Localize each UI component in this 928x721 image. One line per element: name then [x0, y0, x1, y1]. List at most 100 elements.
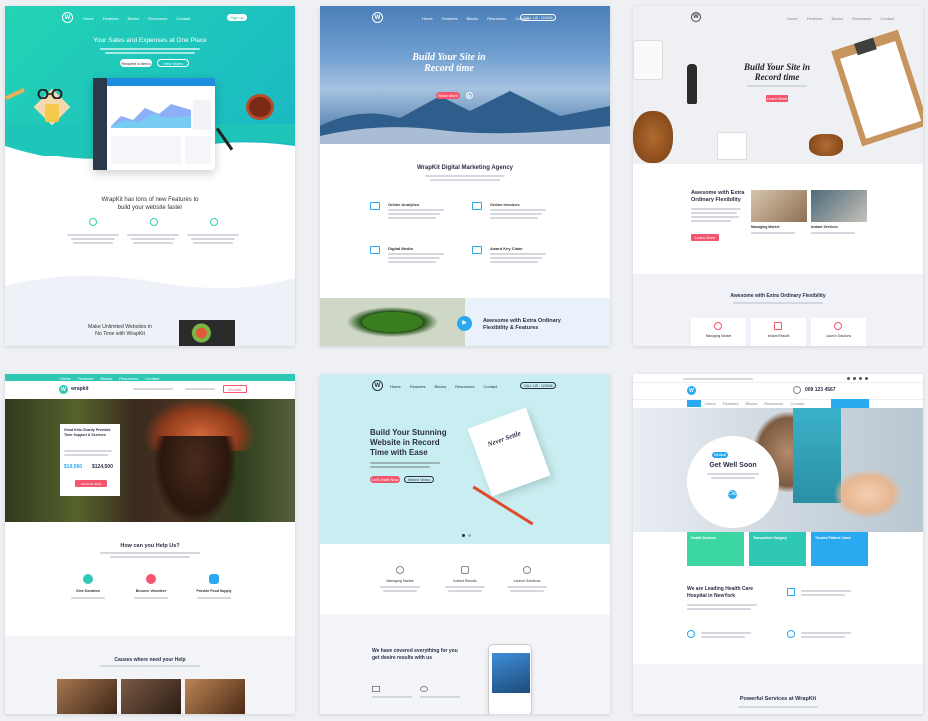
- signup-button[interactable]: Sign up: [227, 14, 247, 21]
- feature-icon-1: [89, 218, 97, 226]
- nav-resources[interactable]: Resources: [119, 376, 138, 381]
- nav-contact[interactable]: Contact: [880, 16, 894, 21]
- bread-graphic: [633, 111, 673, 163]
- main-nav: Home Features Blocks Resources Contact: [83, 16, 190, 21]
- main-nav: Home Features Blocks Resources Contact: [390, 384, 497, 389]
- causes-title: Causes where need your Help: [114, 657, 186, 663]
- section-title: Awesome with Extra Ordinary Flexibility: [730, 293, 826, 299]
- linkedin-icon[interactable]: [865, 377, 868, 380]
- nav-home[interactable]: Home: [83, 16, 94, 21]
- awesome-title: Awesome with Extra Ordinary Flexibility: [691, 190, 745, 203]
- nav-home[interactable]: Home: [60, 376, 71, 381]
- template-preview-startup[interactable]: W Home Features Blocks Resources Contact…: [320, 374, 610, 714]
- features-title: WrapKit has tons of new Features to build…: [101, 197, 199, 211]
- service-box-2[interactable]: Transaction Surgery: [749, 532, 806, 566]
- nav-features[interactable]: Features: [442, 16, 458, 21]
- call-us-button[interactable]: CALL US : 123456: [520, 382, 556, 389]
- feature-icon-2: [150, 218, 158, 226]
- card-photo-2: [811, 190, 867, 222]
- phone-mockup: [488, 644, 532, 714]
- hero-arrow-button[interactable]: Click Here: [728, 490, 739, 506]
- nav-contact[interactable]: Contact: [176, 16, 190, 21]
- nav-resources[interactable]: Resources: [852, 16, 871, 21]
- call-us-button[interactable]: CALL US : 123456: [520, 14, 556, 21]
- nav-resources[interactable]: Resources: [455, 384, 474, 389]
- nav-home[interactable]: Home: [705, 401, 716, 406]
- nav-resources[interactable]: Resources: [764, 401, 783, 406]
- nav-blocks[interactable]: Blocks: [100, 376, 112, 381]
- mug-graphic: [633, 40, 663, 80]
- phone-number: 009 123 4567: [805, 387, 836, 393]
- nav-features[interactable]: Features: [410, 384, 426, 389]
- top-nav: Home Features Blocks Resources Contact: [60, 376, 159, 381]
- request-demo-button[interactable]: Request a demo: [120, 59, 152, 67]
- invoice-icon: [472, 202, 482, 210]
- appointment-icon: [787, 588, 795, 596]
- slider-dot-active[interactable]: [462, 534, 465, 537]
- play-button[interactable]: ▶: [457, 316, 472, 331]
- lets-start-button[interactable]: Let's Start Now: [370, 476, 400, 483]
- service-title-4: Award Key Claim: [490, 246, 523, 251]
- help-item-3: Provide Food Supply: [196, 589, 232, 593]
- goal-amount: $124,500: [92, 464, 113, 470]
- logo[interactable]: W: [372, 380, 383, 391]
- template-preview-bakery[interactable]: W Home Features Blocks Resources Contact…: [633, 6, 923, 346]
- nav-home[interactable]: Home: [787, 16, 798, 21]
- donation-card: Great Kids Charity Provides Their Suppor…: [60, 424, 120, 496]
- nav-features[interactable]: Features: [807, 16, 823, 21]
- view-video-button[interactable]: View Video: [157, 59, 189, 67]
- nav-home[interactable]: Home: [422, 16, 433, 21]
- glasses-icon: [35, 86, 75, 100]
- nav-resources[interactable]: Resources: [487, 16, 506, 21]
- nav-home[interactable]: Home: [390, 384, 401, 389]
- logo[interactable]: W: [372, 12, 383, 23]
- facebook-icon[interactable]: [847, 377, 850, 380]
- child-graphic: [833, 469, 903, 519]
- nav-resources[interactable]: Resources: [148, 16, 167, 21]
- donate-button[interactable]: Donate: [223, 385, 247, 393]
- nav-blocks[interactable]: Blocks: [745, 401, 757, 406]
- service-box-3[interactable]: Trusted Patient Cares: [811, 532, 868, 566]
- google-icon[interactable]: [859, 377, 862, 380]
- feature-box-3: Launch Solutions: [811, 318, 866, 346]
- watch-video-button[interactable]: Watch Video: [404, 476, 434, 483]
- hero-title: Get Well Soon: [709, 462, 757, 469]
- twitter-icon[interactable]: [853, 377, 856, 380]
- feature-icon-2: [461, 566, 469, 574]
- nav-contact[interactable]: Contact: [790, 401, 804, 406]
- feature-title-1: Managing Market: [386, 579, 414, 583]
- nav-features[interactable]: Features: [78, 376, 94, 381]
- info-icon-1: [372, 686, 380, 692]
- nav-contact[interactable]: Contact: [145, 376, 159, 381]
- nav-features[interactable]: Features: [723, 401, 739, 406]
- appointment-button[interactable]: [831, 399, 869, 408]
- play-icon[interactable]: ▶: [466, 92, 473, 99]
- template-preview-agency[interactable]: W Home Features Blocks Resources Contact…: [320, 6, 610, 346]
- nav-features[interactable]: Features: [103, 16, 119, 21]
- cloud-mountain-graphic: [320, 91, 610, 144]
- logo[interactable]: W: [59, 385, 68, 394]
- logo[interactable]: W: [62, 12, 73, 23]
- service-box-1[interactable]: Health Doctors: [687, 532, 744, 566]
- logo[interactable]: W: [691, 12, 701, 22]
- template-preview-medical[interactable]: W 009 123 4567 Home Features Blocks Reso…: [633, 374, 923, 714]
- nav-blocks[interactable]: Blocks: [466, 16, 478, 21]
- phone-icon: [793, 386, 801, 394]
- read-more-button[interactable]: Read More: [436, 92, 460, 99]
- logo[interactable]: W: [687, 386, 696, 395]
- nav-contact[interactable]: Contact: [483, 384, 497, 389]
- help-item-2: Become Volunteer: [135, 589, 167, 593]
- learn-more-button[interactable]: Learn More: [766, 95, 788, 102]
- feature-box-1: Managing Market: [691, 318, 746, 346]
- awesome-button[interactable]: Learn More: [691, 234, 719, 241]
- nav-blocks[interactable]: Blocks: [831, 16, 843, 21]
- donate-now-button[interactable]: DONATE NOW: [75, 480, 107, 487]
- salad-bowl-photo: [320, 298, 465, 346]
- nav-blocks[interactable]: Blocks: [434, 384, 446, 389]
- slider-dot[interactable]: [468, 534, 471, 537]
- template-preview-charity[interactable]: Home Features Blocks Resources Contact W…: [5, 374, 295, 714]
- template-preview-saas[interactable]: W Home Features Blocks Resources Contact…: [5, 6, 295, 346]
- nav-blocks[interactable]: Blocks: [127, 16, 139, 21]
- card-photo-1: [751, 190, 807, 222]
- analytics-icon: [370, 202, 380, 210]
